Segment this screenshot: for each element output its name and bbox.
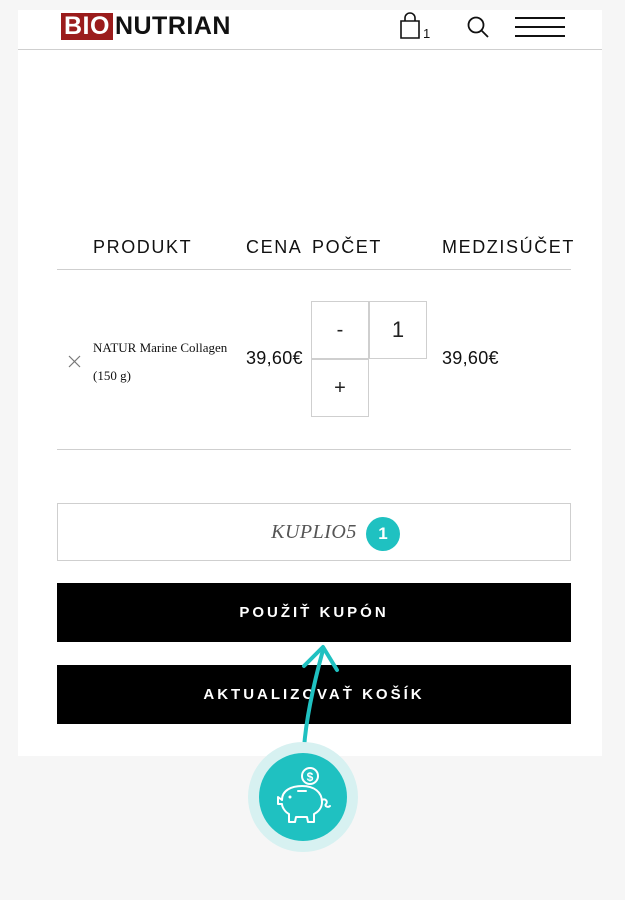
piggy-bank-badge: $ xyxy=(248,742,358,852)
piggy-bank-icon: $ xyxy=(259,753,347,841)
svg-text:$: $ xyxy=(307,770,314,784)
